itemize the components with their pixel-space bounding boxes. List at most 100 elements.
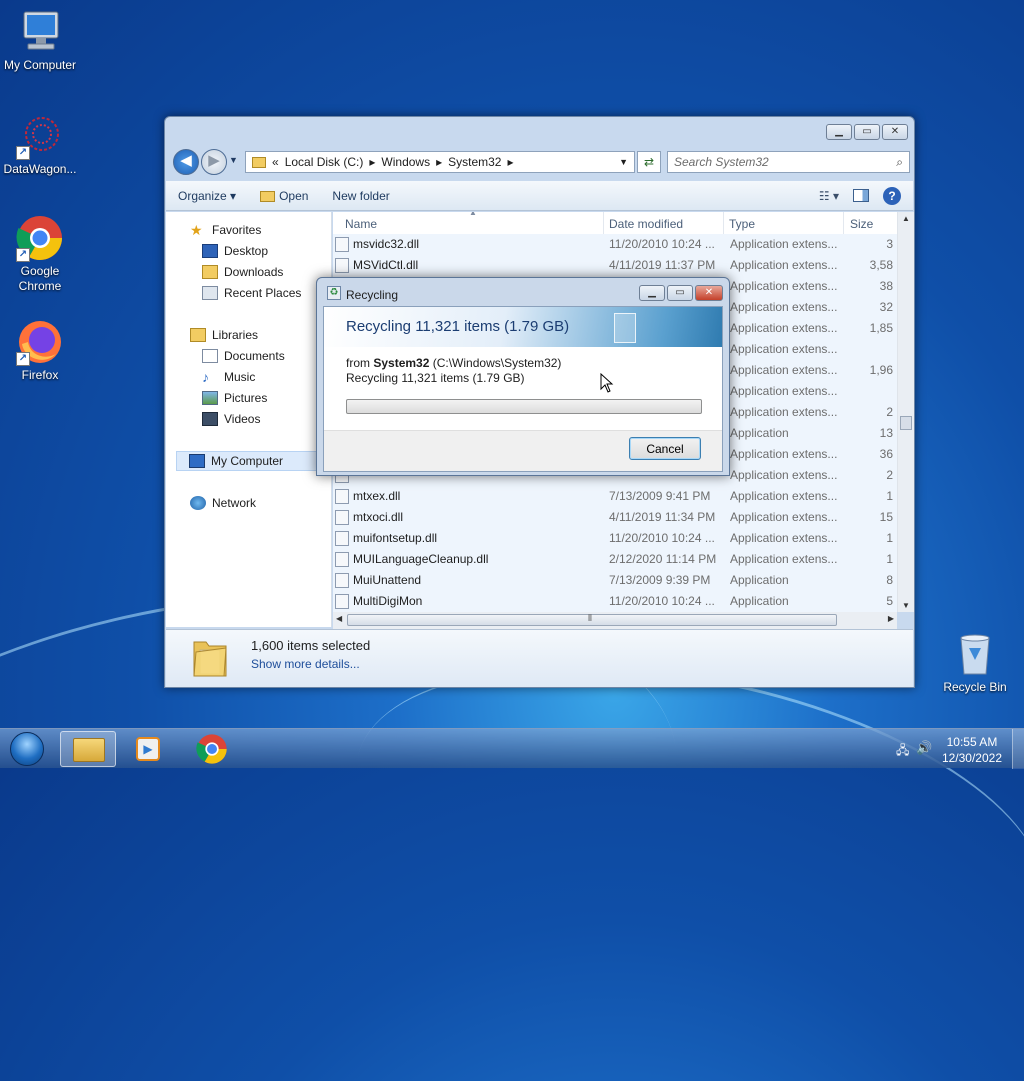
dialog-close-button[interactable]: ✕ — [695, 285, 723, 301]
search-icon[interactable]: ⌕ — [896, 152, 903, 172]
nav-downloads[interactable]: Downloads — [202, 262, 283, 282]
file-icon — [335, 510, 349, 525]
show-more-details-link[interactable]: Show more details... — [251, 657, 360, 671]
vertical-scrollbar[interactable]: ▲ ▼ — [897, 212, 914, 612]
organize-button[interactable]: Organize ▾ — [166, 189, 248, 203]
forward-button[interactable]: ▶ — [201, 149, 227, 175]
table-row[interactable]: MSVidCtl.dll 4/11/2019 11:37 PM Applicatio… — [333, 255, 897, 276]
recent-pages-dropdown[interactable]: ▼ — [229, 155, 238, 165]
toolbar-right: ☷ ▾ ? — [819, 186, 913, 205]
nav-recent-places[interactable]: Recent Places — [202, 283, 301, 303]
file-size: 5 — [886, 594, 893, 608]
preview-pane-icon[interactable] — [853, 189, 869, 202]
recycle-icon: ♻ — [327, 286, 341, 300]
network-tray-icon[interactable]: 🖧 — [896, 741, 909, 762]
search-input[interactable]: Search System32 ⌕ — [667, 151, 910, 173]
nav-documents[interactable]: Documents — [202, 346, 285, 366]
column-header-type[interactable]: Type — [729, 217, 755, 231]
table-row[interactable]: muifontsetup.dll 11/20/2010 10:24 ... Appl… — [333, 528, 897, 549]
vertical-scroll-thumb[interactable] — [900, 416, 912, 430]
file-size: 32 — [879, 300, 893, 314]
horizontal-scroll-thumb[interactable]: ⦀ — [347, 613, 837, 626]
new-folder-button[interactable]: New folder — [320, 189, 401, 203]
table-row[interactable]: mtxoci.dll 4/11/2019 11:34 PM Application … — [333, 507, 897, 528]
scroll-down-icon[interactable]: ▼ — [902, 601, 910, 610]
scroll-right-icon[interactable]: ▶ — [888, 614, 894, 623]
column-header-name[interactable]: Name — [345, 217, 377, 231]
help-icon[interactable]: ? — [883, 186, 901, 205]
breadcrumb-system32[interactable]: System32 — [448, 155, 501, 169]
breadcrumb-separator[interactable]: ▸ — [369, 155, 375, 169]
back-button[interactable]: ◀ — [173, 149, 199, 175]
nav-network[interactable]: Network — [190, 493, 256, 513]
minimize-button[interactable]: ▁ — [826, 124, 852, 140]
file-name: msvidc32.dll — [353, 237, 420, 251]
nav-label: Libraries — [212, 328, 259, 342]
show-desktop-button[interactable] — [1012, 729, 1024, 769]
file-size: 1,85 — [869, 321, 893, 335]
file-type: Application extens... — [730, 342, 838, 356]
dialog-minimize-button[interactable]: ▁ — [639, 285, 665, 301]
column-header-size[interactable]: Size — [850, 217, 873, 231]
from-label: from — [346, 356, 374, 370]
progress-text: Recycling 11,321 items (1.79 GB) — [346, 371, 525, 385]
breadcrumb-windows[interactable]: Windows — [381, 155, 430, 169]
taskbar-explorer-button[interactable] — [60, 731, 116, 767]
file-date: 4/11/2019 11:37 PM — [609, 258, 716, 272]
desktop-icon-datawagon[interactable]: ↗ DataWagon... — [0, 112, 80, 177]
volume-icon[interactable]: 🔊 — [916, 740, 932, 756]
breadcrumb-separator[interactable]: ▸ — [507, 155, 513, 169]
nav-videos[interactable]: Videos — [202, 409, 260, 429]
open-button[interactable]: Open — [248, 189, 320, 203]
start-button[interactable] — [4, 729, 50, 769]
progress-bar — [346, 399, 702, 414]
desktop-icon-google-chrome[interactable]: ↗ Google Chrome — [0, 214, 80, 294]
file-type: Application extens... — [730, 258, 838, 272]
desktop-icon-my-computer[interactable]: My Computer — [0, 8, 80, 73]
table-row[interactable]: MuiUnattend 7/13/2009 9:39 PM Application 8 — [333, 570, 897, 591]
file-size: 2 — [886, 405, 893, 419]
recycle-bin-icon — [951, 630, 999, 678]
close-button[interactable]: ✕ — [882, 124, 908, 140]
nav-pictures[interactable]: Pictures — [202, 388, 267, 408]
scroll-up-icon[interactable]: ▲ — [902, 214, 910, 223]
table-row[interactable]: MultiDigiMon 11/20/2010 10:24 ... Applicat… — [333, 591, 897, 612]
column-divider[interactable] — [723, 212, 724, 236]
breadcrumb-separator[interactable]: ▸ — [436, 155, 442, 169]
table-row[interactable]: MUILanguageCleanup.dll 2/12/2020 11:14 PM… — [333, 549, 897, 570]
views-icon[interactable]: ☷ ▾ — [819, 189, 839, 203]
file-type: Application — [730, 594, 789, 608]
breadcrumb-local-disk[interactable]: Local Disk (C:) — [285, 155, 364, 169]
address-dropdown-icon[interactable]: ▼ — [619, 157, 628, 167]
maximize-button[interactable]: ▭ — [854, 124, 880, 140]
nav-desktop[interactable]: Desktop — [202, 241, 268, 261]
desktop-icon-firefox[interactable]: ↗ Firefox — [0, 318, 80, 383]
nav-favorites[interactable]: ★ Favorites — [190, 220, 261, 240]
recycling-dialog[interactable]: ♻ Recycling ▁ ▭ ✕ Recycling 11,321 items… — [316, 277, 730, 476]
file-name: MultiDigiMon — [353, 594, 423, 608]
nav-music[interactable]: ♪ Music — [202, 367, 255, 387]
scroll-left-icon[interactable]: ◀ — [336, 614, 342, 623]
address-prefix[interactable]: « — [272, 155, 279, 169]
clock[interactable]: 10:55 AM 12/30/2022 — [942, 734, 1002, 766]
refresh-button[interactable]: ⇄ — [637, 151, 661, 173]
column-header-date[interactable]: Date modified — [609, 217, 683, 231]
nav-label: Music — [224, 370, 256, 384]
nav-libraries[interactable]: Libraries — [190, 325, 258, 345]
taskbar-media-player-button[interactable]: ▶ — [120, 731, 176, 767]
horizontal-scrollbar[interactable]: ◀ ⦀ ▶ — [333, 612, 897, 629]
nav-my-computer[interactable]: My Computer — [176, 451, 326, 471]
table-row[interactable]: mtxex.dll 7/13/2009 9:41 PM Application ex… — [333, 486, 897, 507]
taskbar-chrome-button[interactable] — [184, 731, 240, 767]
desktop-icon-recycle-bin[interactable]: Recycle Bin — [935, 630, 1015, 695]
address-bar[interactable]: « Local Disk (C:) ▸ Windows ▸ System32 ▸… — [245, 151, 635, 173]
taskbar: ▶ 🖧 🔊 10:55 AM 12/30/2022 — [0, 728, 1024, 769]
cancel-button[interactable]: Cancel — [629, 437, 701, 460]
dialog-maximize-button[interactable]: ▭ — [667, 285, 693, 301]
search-placeholder: Search System32 — [674, 155, 769, 169]
column-divider[interactable] — [843, 212, 844, 236]
column-divider[interactable] — [603, 212, 604, 236]
file-size: 13 — [879, 426, 893, 440]
table-row[interactable]: msvidc32.dll 11/20/2010 10:24 ... Applicat… — [333, 234, 897, 255]
file-type: Application extens... — [730, 447, 838, 461]
